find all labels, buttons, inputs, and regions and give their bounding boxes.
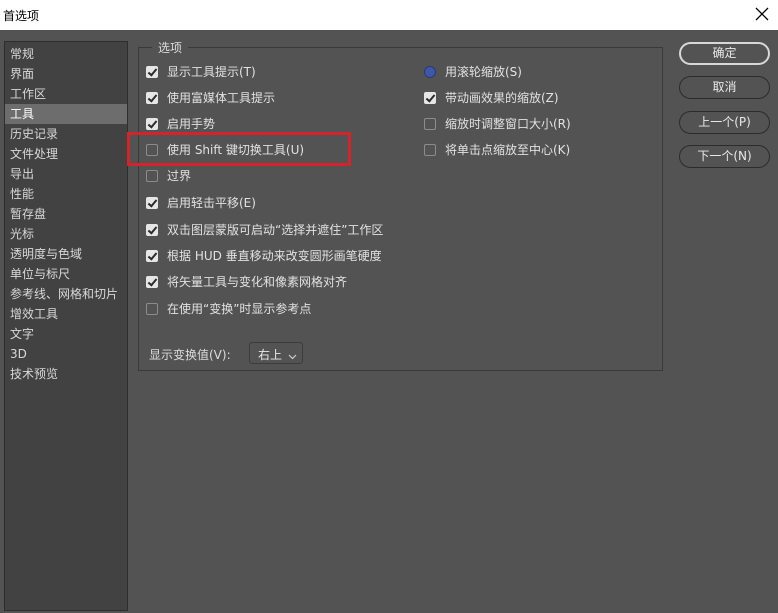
sidebar-item-export[interactable]: 导出 xyxy=(5,164,127,184)
option-label: 用滚轮缩放(S) xyxy=(445,65,522,79)
title-bar: 首选项 xyxy=(0,0,778,30)
option-label: 根据 HUD 垂直移动来改变圆形画笔硬度 xyxy=(167,249,382,263)
sidebar-item-tools[interactable]: 工具 xyxy=(5,104,127,124)
sidebar-item-transparency[interactable]: 透明度与色域 xyxy=(5,244,127,264)
sidebar-item-tech-preview[interactable]: 技术预览 xyxy=(5,364,127,384)
sidebar-item-scratch-disks[interactable]: 暂存盘 xyxy=(5,204,127,224)
sidebar-item-units-rulers[interactable]: 单位与标尺 xyxy=(5,264,127,284)
sidebar-item-guides-grid[interactable]: 参考线、网格和切片 xyxy=(5,284,127,304)
checkbox[interactable] xyxy=(424,144,436,156)
checkbox[interactable] xyxy=(146,118,158,130)
option-label: 过界 xyxy=(167,169,192,183)
option-label: 显示工具提示(T) xyxy=(167,65,256,79)
checkbox[interactable] xyxy=(146,250,158,262)
option-label: 缩放时调整窗口大小(R) xyxy=(445,117,571,131)
checkbox[interactable] xyxy=(146,92,158,104)
sidebar-item-workspace[interactable]: 工作区 xyxy=(5,84,127,104)
show-transform-values-label: 显示变换值(V): xyxy=(149,348,231,362)
chevron-down-icon xyxy=(288,349,297,363)
sidebar-item-history[interactable]: 历史记录 xyxy=(5,124,127,144)
transform-values-select[interactable]: 右上 xyxy=(249,342,303,364)
ok-button[interactable]: 确定 xyxy=(679,42,770,65)
option-label: 带动画效果的缩放(Z) xyxy=(445,91,559,105)
category-sidebar: 常规 界面 工作区 工具 历史记录 文件处理 导出 性能 暂存盘 光标 透明度与… xyxy=(4,41,128,611)
window-title: 首选项 xyxy=(3,9,40,23)
sidebar-item-general[interactable]: 常规 xyxy=(5,44,127,64)
checkbox[interactable] xyxy=(146,197,158,209)
options-group-title: 选项 xyxy=(152,39,189,56)
sidebar-item-3d[interactable]: 3D xyxy=(5,344,127,364)
option-label: 双击图层蒙版可启动“选择并遮住”工作区 xyxy=(167,223,384,237)
option-label: 启用手势 xyxy=(167,117,216,131)
next-button[interactable]: 下一个(N) xyxy=(679,145,770,168)
checkbox[interactable] xyxy=(146,303,158,315)
previous-button[interactable]: 上一个(P) xyxy=(679,111,770,134)
option-label: 将矢量工具与变化和像素网格对齐 xyxy=(167,275,348,289)
close-icon[interactable] xyxy=(752,4,772,24)
highlight-box xyxy=(127,132,351,166)
checkbox[interactable] xyxy=(146,66,158,78)
sidebar-item-performance[interactable]: 性能 xyxy=(5,184,127,204)
option-label: 将单击点缩放至中心(K) xyxy=(445,143,571,157)
option-label: 在使用“变换”时显示参考点 xyxy=(167,302,312,316)
option-label: 使用富媒体工具提示 xyxy=(167,91,276,105)
checkbox[interactable] xyxy=(146,224,158,236)
select-value: 右上 xyxy=(258,348,283,362)
option-label: 启用轻击平移(E) xyxy=(167,196,256,210)
sidebar-item-interface[interactable]: 界面 xyxy=(5,64,127,84)
radio-button[interactable] xyxy=(424,66,436,78)
checkbox[interactable] xyxy=(424,92,436,104)
checkbox[interactable] xyxy=(146,276,158,288)
sidebar-item-type[interactable]: 文字 xyxy=(5,324,127,344)
sidebar-item-cursors[interactable]: 光标 xyxy=(5,224,127,244)
checkbox[interactable] xyxy=(424,118,436,130)
sidebar-item-plugins[interactable]: 增效工具 xyxy=(5,304,127,324)
checkbox[interactable] xyxy=(146,170,158,182)
sidebar-item-file-handling[interactable]: 文件处理 xyxy=(5,144,127,164)
cancel-button[interactable]: 取消 xyxy=(679,76,770,99)
